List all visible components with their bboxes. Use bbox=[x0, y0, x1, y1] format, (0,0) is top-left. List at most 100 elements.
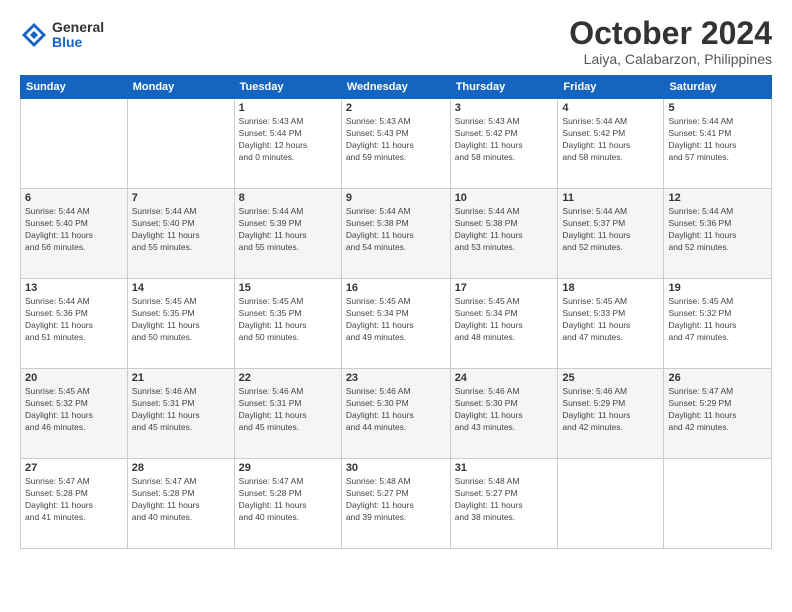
table-cell: 2 Sunrise: 5:43 AM Sunset: 5:43 PM Daylig… bbox=[341, 99, 450, 189]
header-saturday: Saturday bbox=[664, 76, 772, 99]
table-cell: 30 Sunrise: 5:48 AM Sunset: 5:27 PM Dayli… bbox=[341, 459, 450, 549]
day-number: 1 bbox=[239, 102, 337, 114]
logo-general: General bbox=[52, 20, 104, 35]
day-info: Sunrise: 5:44 AM Sunset: 5:38 PM Dayligh… bbox=[346, 206, 446, 254]
day-number: 24 bbox=[455, 372, 554, 384]
table-cell: 21 Sunrise: 5:46 AM Sunset: 5:31 PM Dayli… bbox=[127, 369, 234, 459]
week-row-5: 27 Sunrise: 5:47 AM Sunset: 5:28 PM Dayli… bbox=[21, 459, 772, 549]
table-cell: 9 Sunrise: 5:44 AM Sunset: 5:38 PM Daylig… bbox=[341, 189, 450, 279]
day-number: 14 bbox=[132, 282, 230, 294]
day-number: 6 bbox=[25, 192, 123, 204]
header-friday: Friday bbox=[558, 76, 664, 99]
header-wednesday: Wednesday bbox=[341, 76, 450, 99]
day-number: 25 bbox=[562, 372, 659, 384]
day-info: Sunrise: 5:44 AM Sunset: 5:36 PM Dayligh… bbox=[668, 206, 767, 254]
day-info: Sunrise: 5:44 AM Sunset: 5:37 PM Dayligh… bbox=[562, 206, 659, 254]
day-info: Sunrise: 5:44 AM Sunset: 5:40 PM Dayligh… bbox=[25, 206, 123, 254]
table-cell bbox=[21, 99, 128, 189]
day-number: 8 bbox=[239, 192, 337, 204]
table-cell: 26Sunrise: 5:47 AM Sunset: 5:29 PM Dayli… bbox=[664, 369, 772, 459]
day-number: 31 bbox=[455, 462, 554, 474]
day-number: 13 bbox=[25, 282, 123, 294]
day-info: Sunrise: 5:47 AM Sunset: 5:28 PM Dayligh… bbox=[132, 476, 230, 524]
day-info: Sunrise: 5:45 AM Sunset: 5:34 PM Dayligh… bbox=[455, 296, 554, 344]
day-number: 30 bbox=[346, 462, 446, 474]
day-number: 20 bbox=[25, 372, 123, 384]
day-number: 21 bbox=[132, 372, 230, 384]
day-info: Sunrise: 5:46 AM Sunset: 5:30 PM Dayligh… bbox=[455, 386, 554, 434]
day-number: 19 bbox=[668, 282, 767, 294]
header-monday: Monday bbox=[127, 76, 234, 99]
day-info: Sunrise: 5:43 AM Sunset: 5:43 PM Dayligh… bbox=[346, 116, 446, 164]
day-number: 5 bbox=[668, 102, 767, 114]
calendar-page: General Blue October 2024 Laiya, Calabar… bbox=[0, 0, 792, 612]
day-info: Sunrise: 5:44 AM Sunset: 5:36 PM Dayligh… bbox=[25, 296, 123, 344]
day-info: Sunrise: 5:43 AM Sunset: 5:44 PM Dayligh… bbox=[239, 116, 337, 164]
day-info: Sunrise: 5:46 AM Sunset: 5:31 PM Dayligh… bbox=[239, 386, 337, 434]
day-info: Sunrise: 5:47 AM Sunset: 5:29 PM Dayligh… bbox=[668, 386, 767, 434]
table-cell: 18Sunrise: 5:45 AM Sunset: 5:33 PM Dayli… bbox=[558, 279, 664, 369]
day-info: Sunrise: 5:48 AM Sunset: 5:27 PM Dayligh… bbox=[346, 476, 446, 524]
table-cell: 6 Sunrise: 5:44 AM Sunset: 5:40 PM Daylig… bbox=[21, 189, 128, 279]
table-cell: 19 Sunrise: 5:45 AM Sunset: 5:32 PM Dayli… bbox=[664, 279, 772, 369]
header-thursday: Thursday bbox=[450, 76, 558, 99]
table-cell: 29Sunrise: 5:47 AM Sunset: 5:28 PM Dayli… bbox=[234, 459, 341, 549]
day-info: Sunrise: 5:44 AM Sunset: 5:41 PM Dayligh… bbox=[668, 116, 767, 164]
day-info: Sunrise: 5:44 AM Sunset: 5:42 PM Dayligh… bbox=[562, 116, 659, 164]
day-info: Sunrise: 5:45 AM Sunset: 5:34 PM Dayligh… bbox=[346, 296, 446, 344]
table-cell: 8Sunrise: 5:44 AM Sunset: 5:39 PM Daylig… bbox=[234, 189, 341, 279]
table-cell: 24 Sunrise: 5:46 AM Sunset: 5:30 PM Dayli… bbox=[450, 369, 558, 459]
location: Laiya, Calabarzon, Philippines bbox=[569, 51, 772, 67]
table-cell: 17 Sunrise: 5:45 AM Sunset: 5:34 PM Dayli… bbox=[450, 279, 558, 369]
calendar-table: Sunday Monday Tuesday Wednesday Thursday… bbox=[20, 75, 772, 549]
table-cell: 12 Sunrise: 5:44 AM Sunset: 5:36 PM Dayli… bbox=[664, 189, 772, 279]
day-number: 28 bbox=[132, 462, 230, 474]
table-cell: 13 Sunrise: 5:44 AM Sunset: 5:36 PM Dayli… bbox=[21, 279, 128, 369]
day-info: Sunrise: 5:44 AM Sunset: 5:38 PM Dayligh… bbox=[455, 206, 554, 254]
header-sunday: Sunday bbox=[21, 76, 128, 99]
logo: General Blue bbox=[20, 20, 104, 51]
day-number: 27 bbox=[25, 462, 123, 474]
day-info: Sunrise: 5:47 AM Sunset: 5:28 PM Dayligh… bbox=[25, 476, 123, 524]
day-info: Sunrise: 5:45 AM Sunset: 5:33 PM Dayligh… bbox=[562, 296, 659, 344]
week-row-2: 6 Sunrise: 5:44 AM Sunset: 5:40 PM Daylig… bbox=[21, 189, 772, 279]
day-info: Sunrise: 5:43 AM Sunset: 5:42 PM Dayligh… bbox=[455, 116, 554, 164]
table-cell: 28 Sunrise: 5:47 AM Sunset: 5:28 PM Dayli… bbox=[127, 459, 234, 549]
table-cell: 14 Sunrise: 5:45 AM Sunset: 5:35 PM Dayli… bbox=[127, 279, 234, 369]
day-number: 9 bbox=[346, 192, 446, 204]
table-cell: 15 Sunrise: 5:45 AM Sunset: 5:35 PM Dayli… bbox=[234, 279, 341, 369]
title-section: October 2024 Laiya, Calabarzon, Philippi… bbox=[569, 16, 772, 67]
day-number: 12 bbox=[668, 192, 767, 204]
day-number: 22 bbox=[239, 372, 337, 384]
day-number: 7 bbox=[132, 192, 230, 204]
day-number: 16 bbox=[346, 282, 446, 294]
logo-icon bbox=[20, 21, 48, 49]
week-row-3: 13 Sunrise: 5:44 AM Sunset: 5:36 PM Dayli… bbox=[21, 279, 772, 369]
day-info: Sunrise: 5:45 AM Sunset: 5:35 PM Dayligh… bbox=[239, 296, 337, 344]
logo-text: General Blue bbox=[52, 20, 104, 51]
table-cell: 27 Sunrise: 5:47 AM Sunset: 5:28 PM Dayli… bbox=[21, 459, 128, 549]
table-cell: 4Sunrise: 5:44 AM Sunset: 5:42 PM Daylig… bbox=[558, 99, 664, 189]
day-info: Sunrise: 5:46 AM Sunset: 5:29 PM Dayligh… bbox=[562, 386, 659, 434]
day-info: Sunrise: 5:45 AM Sunset: 5:35 PM Dayligh… bbox=[132, 296, 230, 344]
table-cell: 11Sunrise: 5:44 AM Sunset: 5:37 PM Dayli… bbox=[558, 189, 664, 279]
day-info: Sunrise: 5:45 AM Sunset: 5:32 PM Dayligh… bbox=[668, 296, 767, 344]
day-number: 29 bbox=[239, 462, 337, 474]
month-title: October 2024 bbox=[569, 16, 772, 51]
day-info: Sunrise: 5:46 AM Sunset: 5:30 PM Dayligh… bbox=[346, 386, 446, 434]
day-info: Sunrise: 5:46 AM Sunset: 5:31 PM Dayligh… bbox=[132, 386, 230, 434]
day-number: 17 bbox=[455, 282, 554, 294]
table-cell: 5 Sunrise: 5:44 AM Sunset: 5:41 PM Daylig… bbox=[664, 99, 772, 189]
day-number: 15 bbox=[239, 282, 337, 294]
table-cell: 7Sunrise: 5:44 AM Sunset: 5:40 PM Daylig… bbox=[127, 189, 234, 279]
day-number: 2 bbox=[346, 102, 446, 114]
table-cell: 25 Sunrise: 5:46 AM Sunset: 5:29 PM Dayli… bbox=[558, 369, 664, 459]
day-number: 10 bbox=[455, 192, 554, 204]
day-info: Sunrise: 5:45 AM Sunset: 5:32 PM Dayligh… bbox=[25, 386, 123, 434]
weekday-header-row: Sunday Monday Tuesday Wednesday Thursday… bbox=[21, 76, 772, 99]
table-cell: 10 Sunrise: 5:44 AM Sunset: 5:38 PM Dayli… bbox=[450, 189, 558, 279]
table-cell: 31Sunrise: 5:48 AM Sunset: 5:27 PM Dayli… bbox=[450, 459, 558, 549]
logo-blue: Blue bbox=[52, 35, 104, 50]
table-cell: 1 Sunrise: 5:43 AM Sunset: 5:44 PM Daylig… bbox=[234, 99, 341, 189]
day-number: 23 bbox=[346, 372, 446, 384]
